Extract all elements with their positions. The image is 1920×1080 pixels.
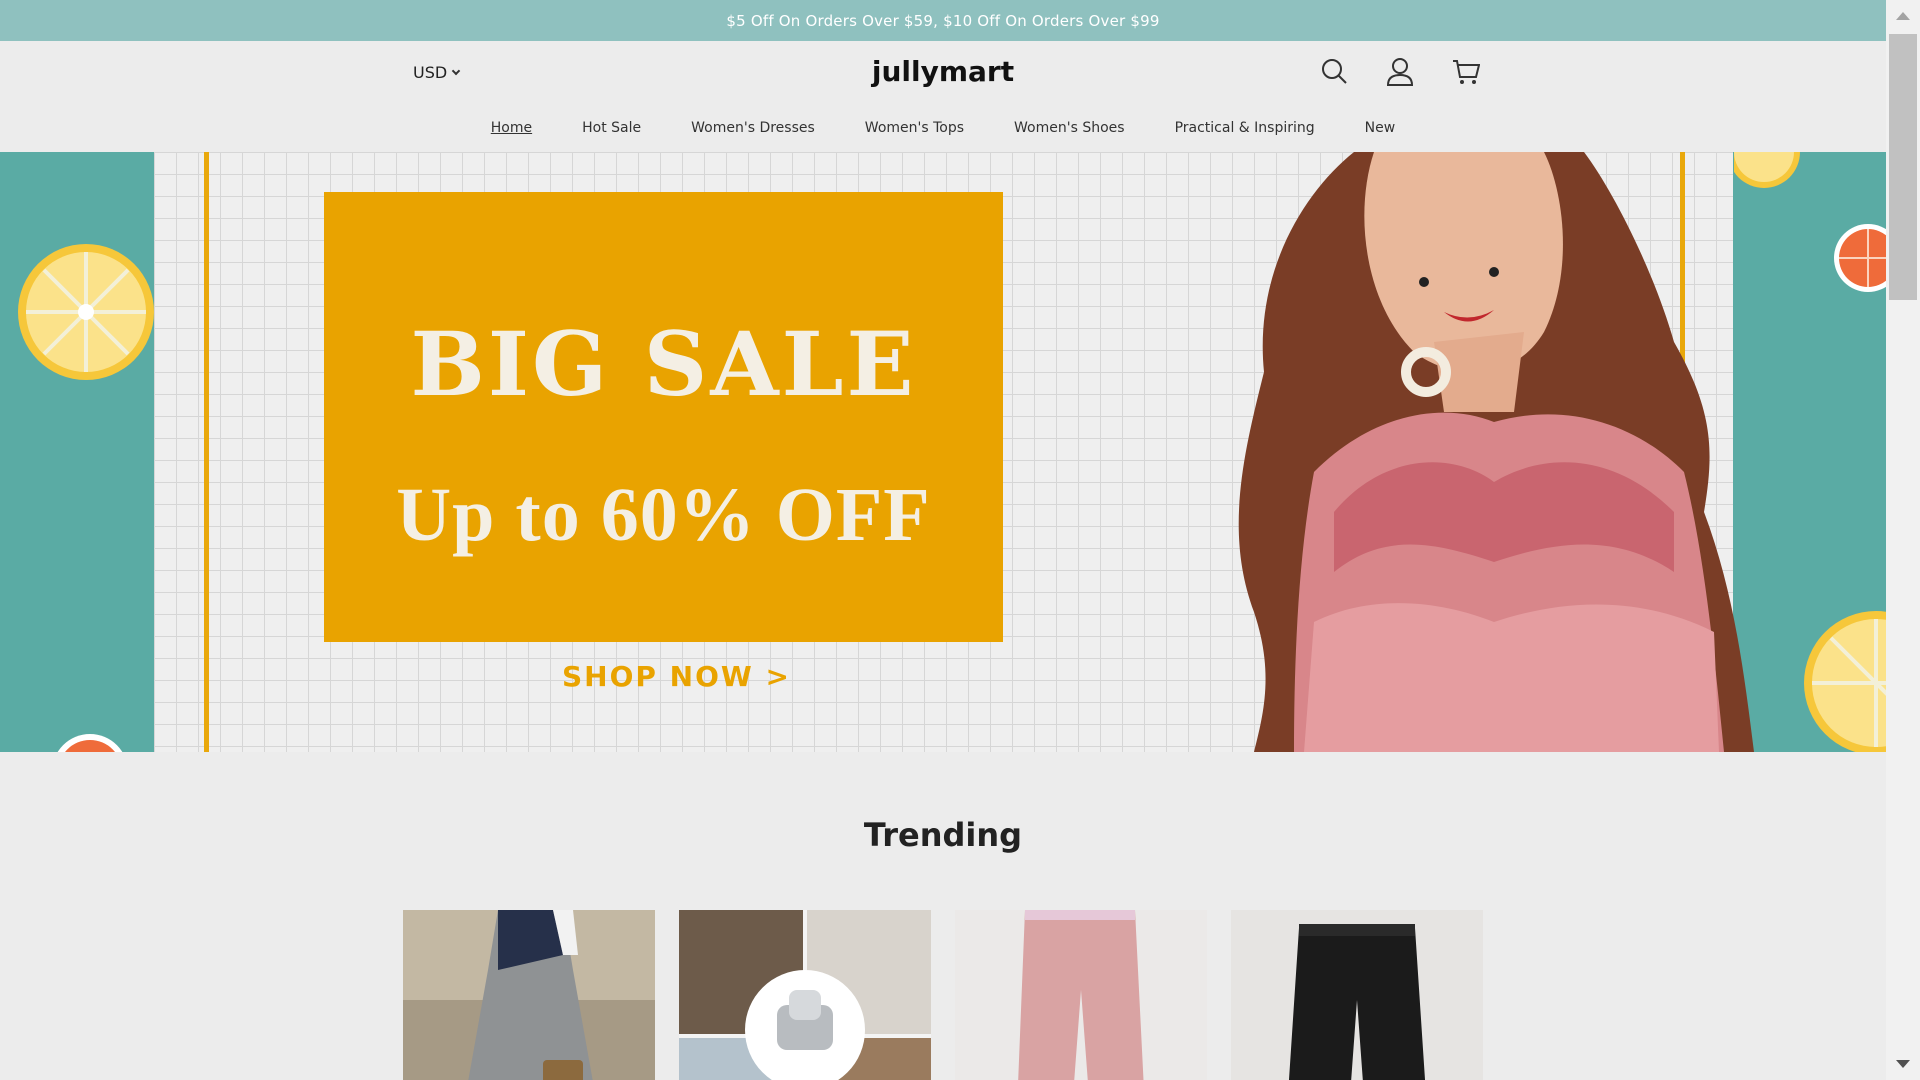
- model-photo-image: [1238, 152, 1754, 752]
- orange-slice-right-top-image: [1734, 152, 1800, 188]
- scroll-down-arrow-icon[interactable]: [1896, 1060, 1910, 1068]
- sale-box: BIG SALE Up to 60% OFF: [324, 192, 1003, 642]
- shop-now-button[interactable]: SHOP NOW >: [562, 660, 791, 693]
- trending-title: Trending: [863, 816, 1023, 854]
- hero-headline: BIG SALE: [410, 312, 917, 416]
- cart-icon[interactable]: [1452, 57, 1480, 87]
- search-icon[interactable]: [1320, 57, 1348, 87]
- hero-subline: Up to 60% OFF: [396, 473, 931, 557]
- product-card-black-pants[interactable]: [1231, 910, 1483, 1080]
- currency-selector[interactable]: USD: [413, 63, 461, 82]
- trending-products: [0, 910, 1886, 1080]
- hero-grid-panel: BIG SALE Up to 60% OFF SHOP NOW >: [154, 152, 1754, 752]
- orange-slice-left-bottom-image: [57, 734, 123, 752]
- logo-wrapper: jullymart: [0, 55, 1886, 88]
- chevron-down-icon: [451, 66, 461, 75]
- site-logo[interactable]: jullymart: [872, 55, 1014, 88]
- site-header: USD jullymart: [0, 41, 1886, 120]
- orange-slice-left-image: [18, 244, 154, 380]
- hero-banner[interactable]: BIG SALE Up to 60% OFF SHOP NOW >: [0, 152, 1886, 752]
- main-nav: Home Hot Sale Women's Dresses Women's To…: [0, 120, 1886, 152]
- browser-viewport: $5 Off On Orders Over $59, $10 Off On Or…: [0, 0, 1886, 1080]
- orange-slice-right-bottom-image: [1804, 611, 1886, 752]
- vertical-scrollbar[interactable]: [1886, 0, 1920, 1080]
- nav-item-practical-inspiring[interactable]: Practical & Inspiring: [1175, 120, 1315, 136]
- scroll-up-arrow-icon[interactable]: [1896, 12, 1910, 20]
- nav-item-womens-dresses[interactable]: Women's Dresses: [691, 120, 815, 136]
- page: $5 Off On Orders Over $59, $10 Off On Or…: [0, 0, 1920, 1080]
- orange-slice-right-image: [1834, 224, 1886, 292]
- nav-item-hot-sale[interactable]: Hot Sale: [582, 120, 641, 136]
- currency-label: USD: [413, 63, 448, 82]
- product-card-pink-pants[interactable]: [955, 910, 1207, 1080]
- account-icon[interactable]: [1386, 57, 1414, 87]
- product-card-door-stopper[interactable]: [679, 910, 931, 1080]
- announcement-bar: $5 Off On Orders Over $59, $10 Off On Or…: [0, 0, 1886, 41]
- header-icons: [1320, 57, 1480, 87]
- nav-item-new[interactable]: New: [1365, 120, 1396, 136]
- nav-item-home[interactable]: Home: [491, 120, 532, 136]
- product-card-dress[interactable]: [403, 910, 655, 1080]
- scrollbar-thumb[interactable]: [1889, 34, 1917, 300]
- nav-item-womens-shoes[interactable]: Women's Shoes: [1014, 120, 1125, 136]
- nav-item-womens-tops[interactable]: Women's Tops: [865, 120, 964, 136]
- announcement-text: $5 Off On Orders Over $59, $10 Off On Or…: [726, 11, 1160, 30]
- yellow-stripe-left: [204, 152, 209, 752]
